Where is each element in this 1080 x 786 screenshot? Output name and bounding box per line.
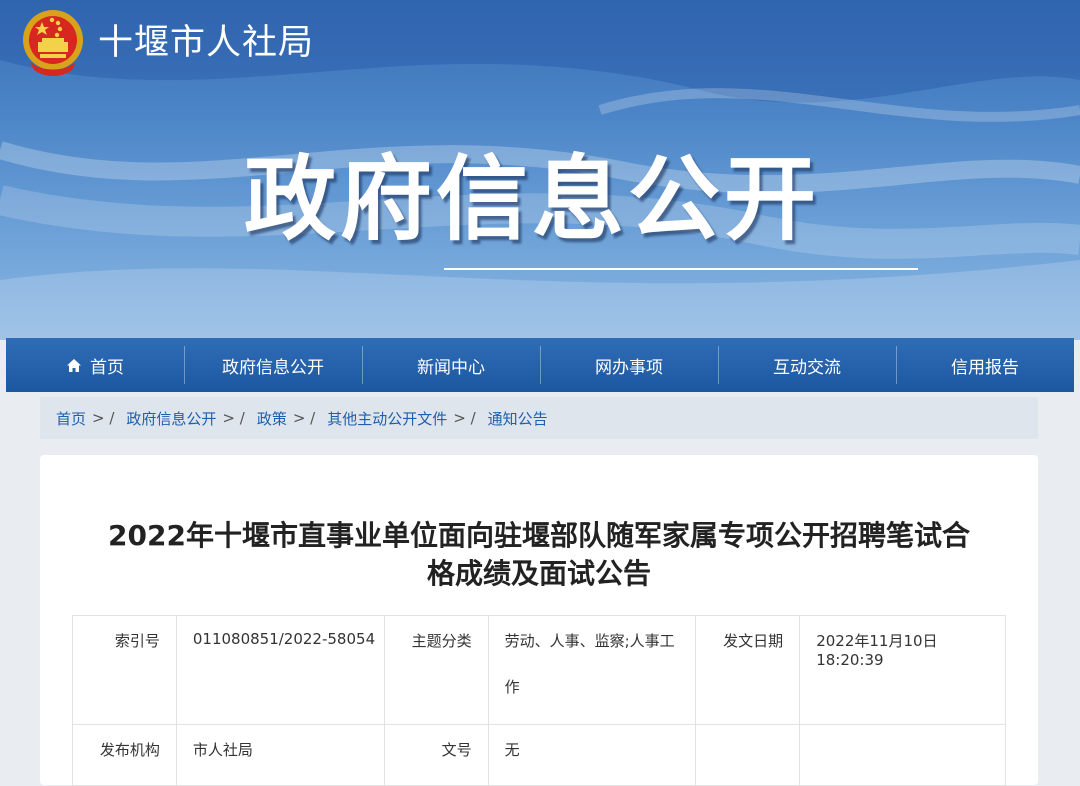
nav-item-label: 互动交流: [773, 357, 841, 378]
breadcrumb-link-other-files[interactable]: 其他主动公开文件: [327, 408, 447, 429]
header-banner: 十堰市人社局 政府信息公开: [0, 0, 1080, 340]
breadcrumb-link-policy[interactable]: 政策: [257, 408, 287, 429]
nav-item-label: 信用报告: [951, 357, 1019, 378]
article-title: 2022年十堰市直事业单位面向驻堰部队随军家属专项公开招聘笔试合 格成绩及面试公…: [40, 517, 1038, 593]
meta-label-docno: 文号: [383, 724, 489, 786]
main-nav: 首页 政府信息公开 新闻中心 网办事项 互动交流 信用报告: [6, 338, 1074, 392]
breadcrumb-link-gov-info[interactable]: 政府信息公开: [126, 408, 216, 429]
site-title[interactable]: 十堰市人社局: [98, 18, 314, 68]
meta-value-topic: 劳动、人事、监察;人事工作: [487, 615, 697, 725]
meta-label-index: 索引号: [72, 615, 177, 725]
meta-label-issuer: 发布机构: [72, 724, 177, 786]
meta-empty-cell: [695, 724, 801, 786]
nav-item-credit-report[interactable]: 信用报告: [896, 338, 1074, 392]
article-title-line-2: 格成绩及面试公告: [426, 557, 651, 590]
meta-value-topic-text: 劳动、人事、监察;人事工作: [504, 632, 675, 696]
hero-title: 政府信息公开: [244, 146, 821, 253]
nav-item-label: 网办事项: [595, 357, 663, 378]
breadcrumb: 首页 > / 政府信息公开 > / 政策 > / 其他主动公开文件 > / 通知…: [40, 397, 1038, 439]
breadcrumb-separator: > /: [222, 409, 245, 427]
breadcrumb-separator: > /: [92, 409, 115, 427]
article-meta-table: 索引号 011080851/2022-58054 主题分类 劳动、人事、监察;人…: [72, 615, 1006, 786]
meta-label-date: 发文日期: [695, 615, 801, 725]
nav-item-label: 新闻中心: [417, 357, 485, 378]
meta-value-docno: 无: [487, 724, 697, 786]
nav-item-news[interactable]: 新闻中心: [362, 338, 540, 392]
nav-item-interaction[interactable]: 互动交流: [718, 338, 896, 392]
article-card: 2022年十堰市直事业单位面向驻堰部队随军家属专项公开招聘笔试合 格成绩及面试公…: [40, 455, 1038, 786]
nav-item-online-services[interactable]: 网办事项: [540, 338, 718, 392]
meta-empty-cell: [799, 724, 1006, 786]
breadcrumb-link-home[interactable]: 首页: [56, 408, 86, 429]
breadcrumb-separator: > /: [453, 409, 476, 427]
breadcrumb-separator: > /: [292, 409, 316, 427]
nav-item-label: 政府信息公开: [222, 357, 324, 378]
hero-underline: [444, 268, 918, 270]
article-title-line-1: 2022年十堰市直事业单位面向驻堰部队随军家属专项公开招聘笔试合: [108, 519, 970, 552]
meta-value-date: 2022年11月10日 18:20:39: [799, 615, 1006, 725]
meta-value-issuer: 市人社局: [175, 724, 385, 786]
nav-item-home[interactable]: 首页: [6, 338, 184, 392]
national-emblem-icon[interactable]: [20, 8, 86, 78]
home-icon: [66, 358, 82, 373]
nav-item-label: 首页: [90, 357, 124, 378]
meta-value-index: 011080851/2022-58054: [175, 615, 385, 725]
breadcrumb-link-notices[interactable]: 通知公告: [488, 408, 548, 429]
meta-label-topic: 主题分类: [383, 615, 489, 725]
nav-item-gov-info[interactable]: 政府信息公开: [184, 338, 362, 392]
